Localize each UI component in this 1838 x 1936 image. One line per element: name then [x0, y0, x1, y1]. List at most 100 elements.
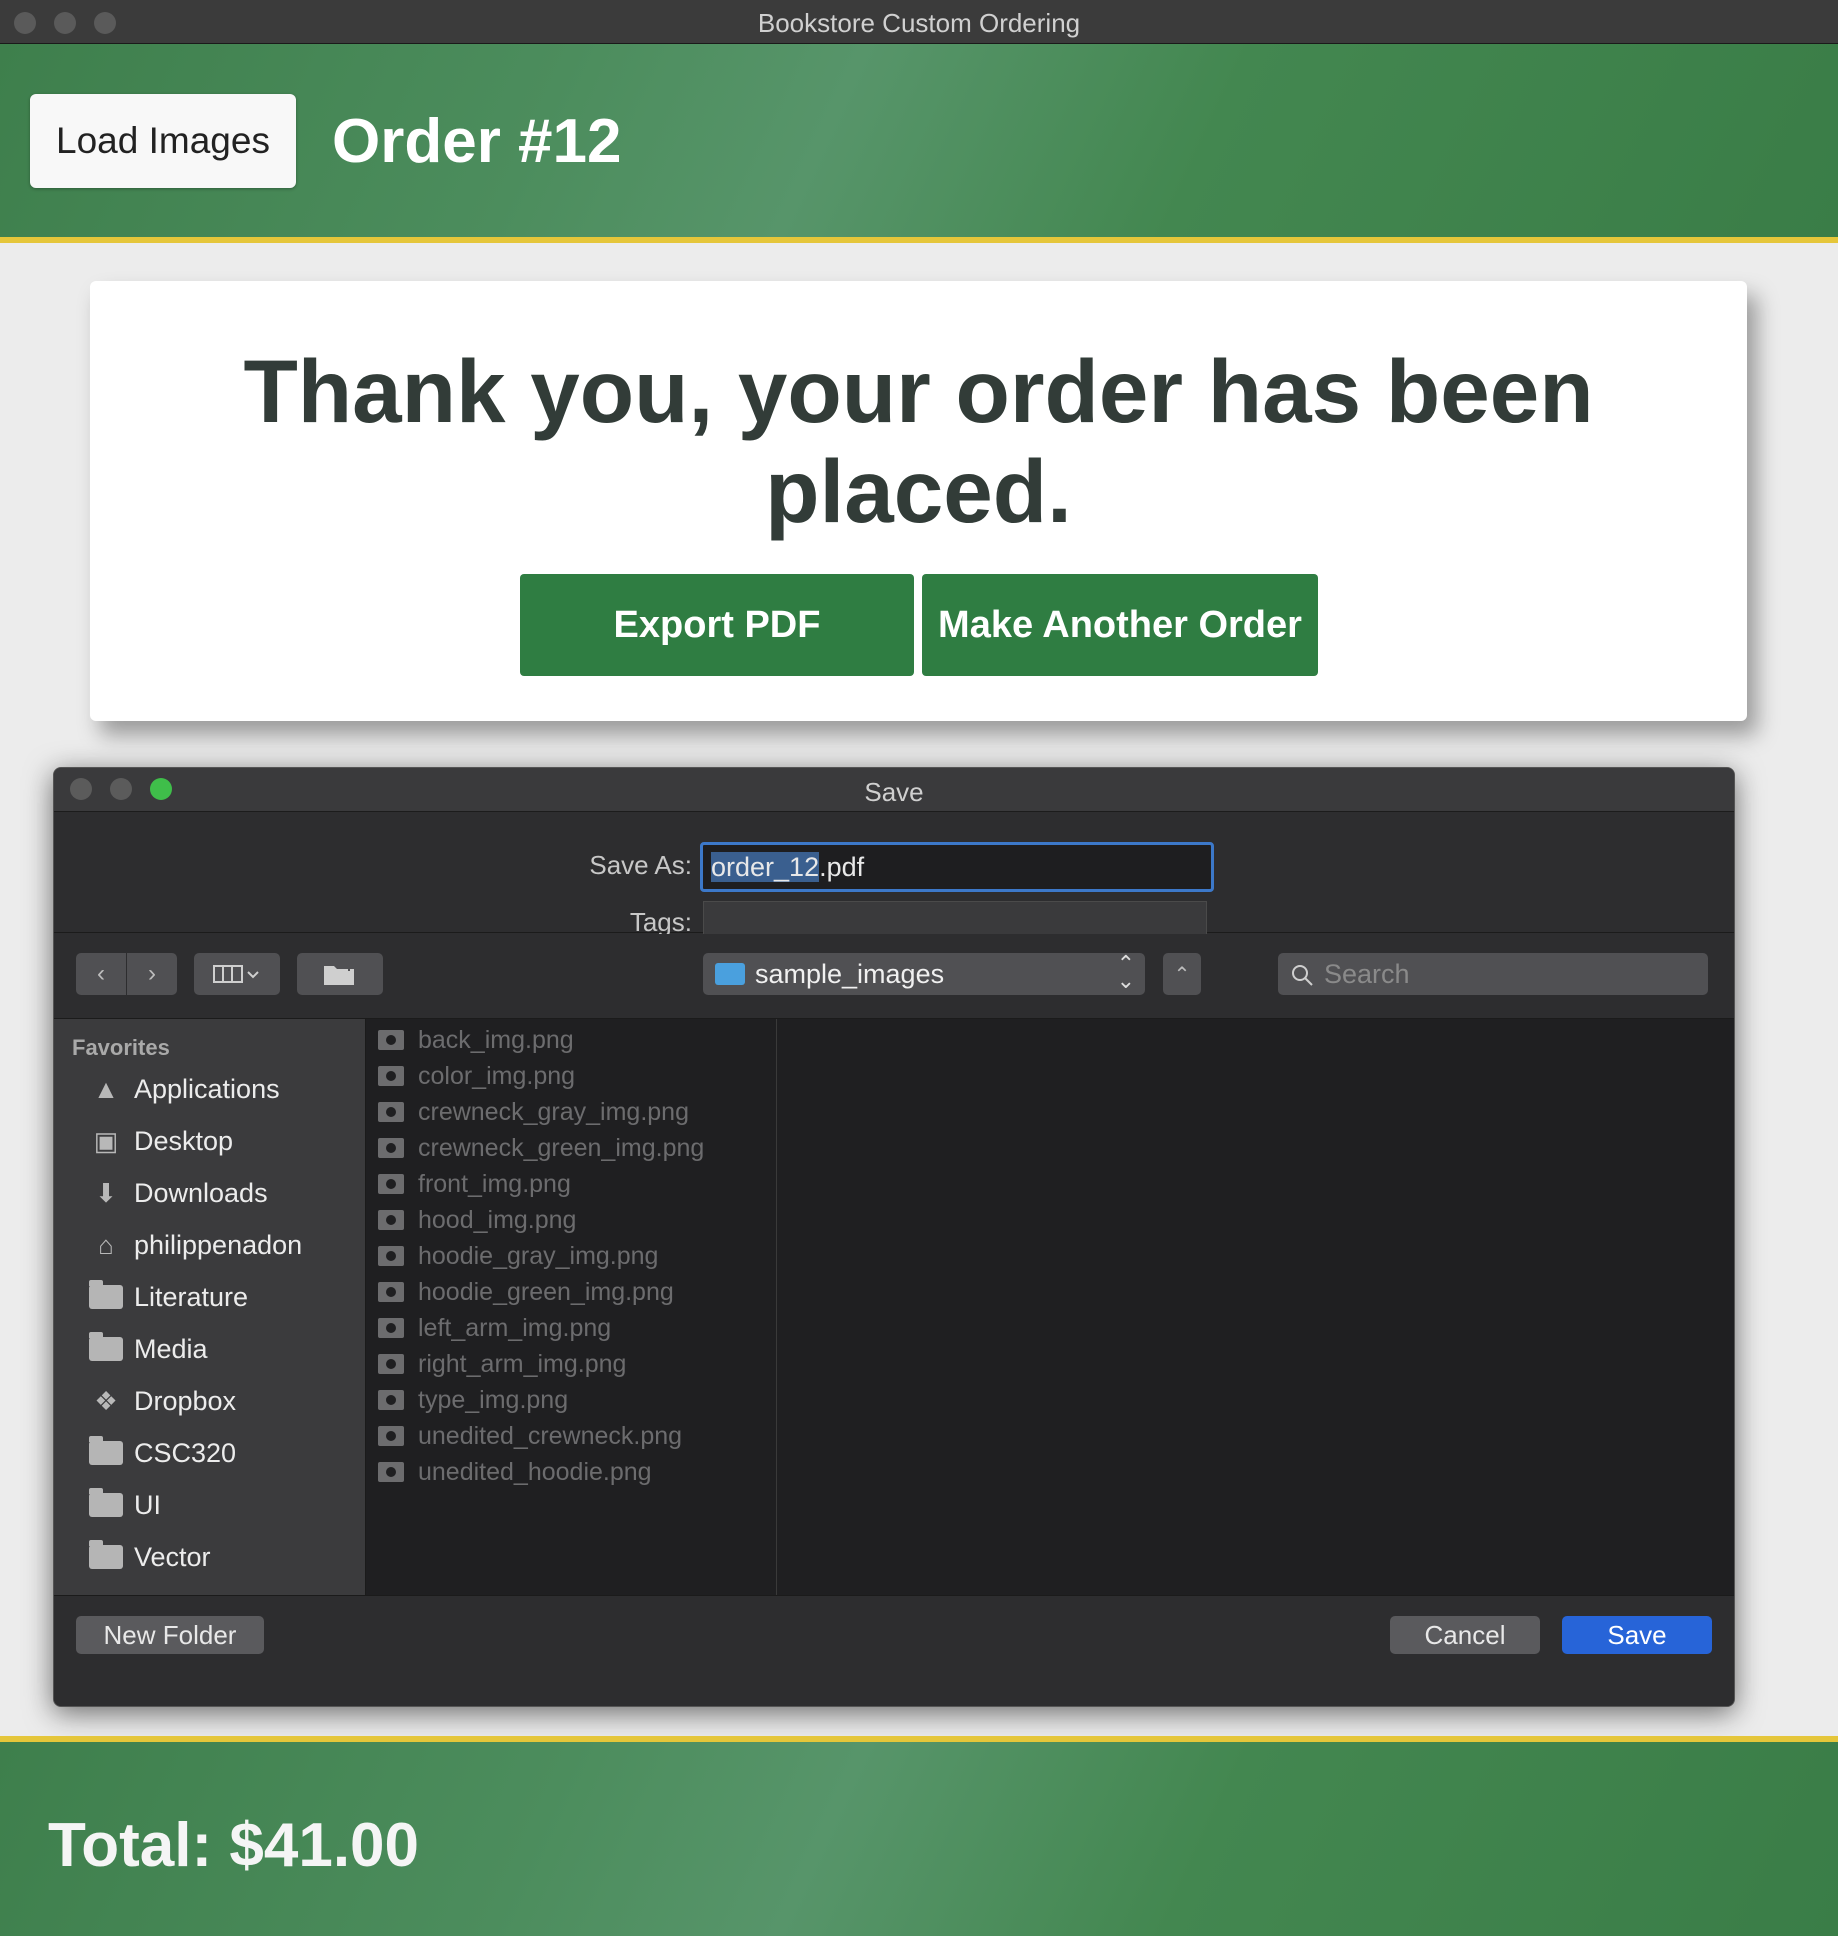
- image-file-icon: [378, 1390, 404, 1410]
- order-total: Total: $41.00: [48, 1811, 420, 1880]
- file-list-item[interactable]: back_img.png: [378, 1023, 574, 1057]
- file-list-item[interactable]: hoodie_green_img.png: [378, 1275, 674, 1309]
- save-form: Save As: order_12.pdf Tags:: [54, 812, 1734, 943]
- confirmation-card: Thank you, your order has been placed. E…: [90, 281, 1747, 721]
- folder-icon: [88, 1332, 124, 1364]
- file-list: back_img.png color_img.png crewneck_gray_i…: [366, 1019, 777, 1595]
- sidebar-item-label: Media: [134, 1333, 208, 1364]
- file-list-item[interactable]: unedited_hoodie.png: [378, 1455, 652, 1489]
- sidebar-item-dropbox[interactable]: ❖ Dropbox: [88, 1381, 236, 1421]
- file-list-item[interactable]: hood_img.png: [378, 1203, 576, 1237]
- file-name: left_arm_img.png: [418, 1313, 612, 1342]
- file-name: color_img.png: [418, 1061, 576, 1090]
- file-list-item[interactable]: color_img.png: [378, 1059, 575, 1093]
- sidebar-item-label: Applications: [134, 1073, 280, 1104]
- sidebar-item-vector[interactable]: Vector: [88, 1537, 211, 1577]
- file-name: crewneck_gray_img.png: [418, 1097, 689, 1126]
- dialog-footer: New Folder Cancel Save: [54, 1595, 1734, 1706]
- file-name: back_img.png: [418, 1025, 574, 1054]
- sidebar-item-media[interactable]: Media: [88, 1329, 208, 1369]
- image-file-icon: [378, 1318, 404, 1338]
- new-folder-button[interactable]: New Folder: [76, 1616, 264, 1654]
- image-file-icon: [378, 1426, 404, 1446]
- search-icon: [1292, 965, 1313, 986]
- file-list-item[interactable]: right_arm_img.png: [378, 1347, 626, 1381]
- collapse-browser-button[interactable]: ⌃: [1163, 953, 1201, 995]
- desktop-icon: ▣: [93, 1125, 119, 1156]
- chevron-right-icon: ›: [148, 960, 156, 987]
- folder-icon: [88, 1436, 124, 1468]
- file-list-item[interactable]: type_img.png: [378, 1383, 568, 1417]
- search-placeholder: Search: [1324, 959, 1410, 989]
- downloads-icon: ⬇: [95, 1177, 117, 1208]
- search-field[interactable]: Search: [1278, 953, 1708, 995]
- sidebar-item-ui[interactable]: UI: [88, 1485, 161, 1525]
- image-file-icon: [378, 1138, 404, 1158]
- sidebar-item-downloads[interactable]: ⬇ Downloads: [88, 1173, 268, 1213]
- sidebar-item-label: CSC320: [134, 1437, 237, 1468]
- applications-icon: ▲: [93, 1073, 119, 1104]
- sidebar-item-label: Dropbox: [134, 1385, 237, 1416]
- total-bar: Total: $41.00: [0, 1736, 1838, 1936]
- image-file-icon: [378, 1102, 404, 1122]
- file-list-item[interactable]: crewneck_gray_img.png: [378, 1095, 689, 1129]
- app-header: Load Images Order #12: [0, 44, 1838, 243]
- view-mode-button[interactable]: [194, 953, 280, 995]
- filename-selection: order_12: [711, 852, 820, 882]
- image-file-icon: [378, 1462, 404, 1482]
- image-file-icon: [378, 1282, 404, 1302]
- cancel-button[interactable]: Cancel: [1390, 1616, 1540, 1654]
- file-name: unedited_crewneck.png: [418, 1421, 683, 1450]
- save-as-field[interactable]: order_12.pdf: [700, 842, 1214, 892]
- sidebar-item-applications[interactable]: ▲ Applications: [88, 1069, 280, 1109]
- file-list-item[interactable]: hoodie_gray_img.png: [378, 1239, 658, 1273]
- dialog-titlebar: Save: [54, 768, 1734, 812]
- location-label: sample_images: [755, 959, 945, 989]
- file-name: type_img.png: [418, 1385, 569, 1414]
- favorites-heading: Favorites: [72, 1035, 170, 1060]
- window-title: Bookstore Custom Ordering: [757, 8, 1081, 38]
- file-list-item[interactable]: front_img.png: [378, 1167, 571, 1201]
- image-file-icon: [378, 1354, 404, 1374]
- preview-pane: [777, 1019, 1734, 1595]
- chevron-left-icon: ‹: [97, 960, 105, 987]
- file-name: right_arm_img.png: [418, 1349, 627, 1378]
- dialog-toolbar: ‹ › sample_images ⌃ ⌄ ⌃ Search: [54, 934, 1734, 1019]
- file-list-item[interactable]: crewneck_green_img.png: [378, 1131, 704, 1165]
- dropbox-icon: ❖: [94, 1385, 118, 1416]
- image-file-icon: [378, 1210, 404, 1230]
- back-button[interactable]: ‹: [76, 953, 126, 995]
- sidebar-item-csc320[interactable]: CSC320: [88, 1433, 236, 1473]
- sidebar-item-label: Vector: [134, 1541, 211, 1572]
- file-list-item[interactable]: left_arm_img.png: [378, 1311, 611, 1345]
- favorites-sidebar: Favorites ▲ Applications ▣ Desktop ⬇ Download…: [54, 1019, 366, 1595]
- image-file-icon: [378, 1246, 404, 1266]
- sidebar-item-desktop[interactable]: ▣ Desktop: [88, 1121, 233, 1161]
- chevron-up-icon: ⌃: [1173, 963, 1191, 986]
- sidebar-item-philippenadon[interactable]: ⌂ philippenadon: [88, 1225, 302, 1265]
- file-name: crewneck_green_img.png: [418, 1133, 705, 1162]
- load-images-button[interactable]: Load Images: [30, 94, 296, 188]
- forward-button[interactable]: ›: [127, 953, 177, 995]
- sidebar-item-label: Literature: [134, 1281, 249, 1312]
- folder-icon: [88, 1488, 124, 1520]
- dialog-title: Save: [864, 777, 924, 807]
- save-as-label: Save As:: [589, 850, 692, 880]
- make-another-order-button[interactable]: Make Another Order: [922, 574, 1318, 676]
- location-popup[interactable]: sample_images ⌃ ⌄: [703, 953, 1145, 995]
- file-list-item[interactable]: unedited_crewneck.png: [378, 1419, 682, 1453]
- new-folder-toolbar-button[interactable]: [297, 953, 383, 995]
- new-folder-icon: [324, 963, 354, 985]
- export-pdf-button[interactable]: Export PDF: [520, 574, 914, 676]
- file-name: unedited_hoodie.png: [418, 1457, 652, 1486]
- save-dialog: Save Save As: order_12.pdf Tags: ‹ › sam…: [53, 767, 1735, 1707]
- order-title: Order #12: [332, 107, 622, 176]
- sidebar-item-label: UI: [134, 1489, 161, 1520]
- sidebar-item-literature[interactable]: Literature: [88, 1277, 248, 1317]
- home-icon: ⌂: [98, 1229, 114, 1260]
- sidebar-item-label: Downloads: [134, 1177, 268, 1208]
- image-file-icon: [378, 1030, 404, 1050]
- window-titlebar: Bookstore Custom Ordering: [0, 0, 1838, 44]
- folder-icon: [88, 1540, 124, 1572]
- save-button[interactable]: Save: [1562, 1616, 1712, 1654]
